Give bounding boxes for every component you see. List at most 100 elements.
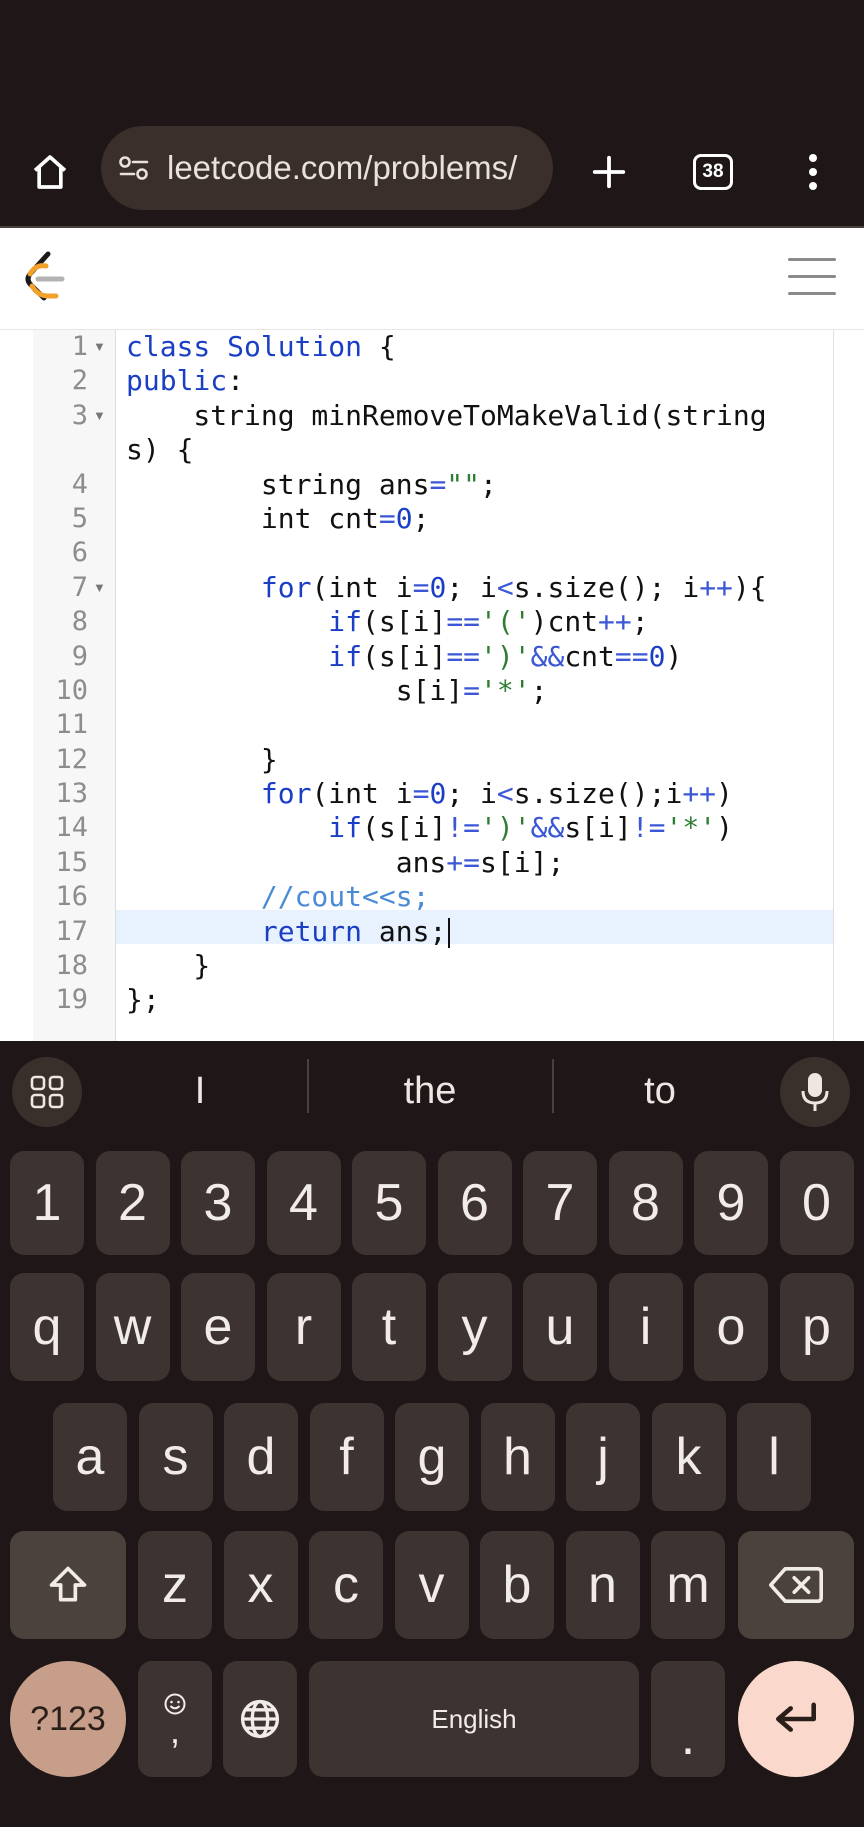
key-5[interactable]: 5: [352, 1151, 426, 1255]
key-v[interactable]: v: [394, 1531, 469, 1639]
code-line: 2 public:: [0, 364, 864, 398]
line-number: 1: [71, 331, 88, 362]
site-settings-icon[interactable]: [117, 153, 157, 183]
suggestion-word[interactable]: I: [110, 1061, 290, 1121]
code-text: };: [126, 983, 160, 1017]
key-d[interactable]: d: [224, 1403, 298, 1511]
code-text: s[i]='*';: [126, 673, 548, 707]
url-text: leetcode.com/problems/: [167, 149, 518, 186]
suggestion-word[interactable]: the: [330, 1061, 530, 1121]
browser-menu-button[interactable]: [780, 118, 846, 226]
key-i[interactable]: i: [608, 1273, 683, 1381]
code-text: string minRemoveToMakeValid(string: [126, 398, 767, 432]
key-3[interactable]: 3: [181, 1151, 255, 1255]
key-c[interactable]: c: [309, 1531, 383, 1639]
key-u[interactable]: u: [523, 1273, 597, 1381]
code-line: 12 }: [0, 743, 864, 777]
language-key[interactable]: [223, 1661, 297, 1777]
key-k[interactable]: k: [651, 1403, 726, 1511]
code-line: 10 s[i]='*';: [0, 674, 864, 708]
key-0[interactable]: 0: [779, 1151, 854, 1255]
key-e[interactable]: e: [181, 1273, 255, 1381]
key-g[interactable]: g: [395, 1403, 469, 1511]
code-line: 1 ▼ class Solution {: [0, 330, 864, 364]
enter-arrow-icon: [776, 1702, 816, 1732]
key-s[interactable]: s: [138, 1403, 213, 1511]
key-o[interactable]: o: [694, 1273, 768, 1381]
fold-arrow-icon[interactable]: ▼: [93, 399, 106, 433]
code-line: 8 if(s[i]=='(')cnt++;: [0, 605, 864, 639]
code-line: 16 //cout<<s;: [0, 880, 864, 914]
key-p[interactable]: p: [779, 1273, 854, 1381]
fold-arrow-icon[interactable]: ▼: [93, 330, 106, 364]
line-number: 13: [55, 778, 88, 810]
code-line: 5 int cnt=0;: [0, 502, 864, 536]
code-text: s) {: [126, 433, 194, 467]
key-x[interactable]: x: [223, 1531, 298, 1639]
code-line: 11: [0, 708, 864, 742]
menu-hamburger-icon[interactable]: [788, 258, 836, 298]
voice-input-button[interactable]: [780, 1057, 850, 1127]
key-q[interactable]: q: [10, 1273, 84, 1381]
key-m[interactable]: m: [651, 1531, 725, 1639]
symbols-key[interactable]: ?123: [10, 1661, 126, 1777]
line-number: 17: [55, 915, 88, 947]
code-text: ans+=s[i];: [126, 845, 565, 879]
key-8[interactable]: 8: [608, 1151, 683, 1255]
line-number: 12: [55, 743, 88, 775]
tab-switcher-button[interactable]: 38: [677, 118, 749, 226]
code-editor[interactable]: 1 ▼ class Solution { 2 public: 3 ▼ strin…: [0, 330, 864, 1041]
line-number: 11: [55, 709, 88, 741]
suggestion-strip: I the to: [0, 1041, 864, 1133]
key-z[interactable]: z: [138, 1531, 212, 1639]
key-j[interactable]: j: [566, 1403, 640, 1511]
browser-toolbar: leetcode.com/problems/ 38: [0, 118, 864, 226]
plus-icon: [592, 155, 626, 189]
period-key[interactable]: .: [651, 1661, 725, 1777]
space-key[interactable]: English: [309, 1661, 639, 1777]
enter-key[interactable]: [738, 1661, 854, 1777]
key-b[interactable]: b: [480, 1531, 554, 1639]
key-4[interactable]: 4: [266, 1151, 341, 1255]
backspace-key[interactable]: [738, 1531, 854, 1639]
code-text: //cout<<s;: [260, 880, 430, 914]
line-number: 5: [71, 502, 88, 534]
apps-grid-icon: [30, 1075, 64, 1109]
code-line: 15 ans+=s[i];: [0, 846, 864, 880]
line-number: 14: [55, 812, 88, 844]
key-a[interactable]: a: [53, 1403, 127, 1511]
key-w[interactable]: w: [95, 1273, 170, 1381]
address-bar[interactable]: leetcode.com/problems/: [101, 126, 553, 210]
text-cursor: [448, 917, 451, 948]
code-text: class Solution {: [126, 330, 396, 363]
key-1[interactable]: 1: [10, 1151, 84, 1255]
key-h[interactable]: h: [480, 1403, 555, 1511]
on-screen-keyboard: I the to 1234567890 qwertyuiop asdfghjkl…: [0, 1041, 864, 1827]
shift-key[interactable]: [10, 1531, 126, 1639]
suggestion-divider: [552, 1059, 554, 1113]
key-r[interactable]: r: [266, 1273, 341, 1381]
key-t[interactable]: t: [352, 1273, 426, 1381]
more-vert-icon: [809, 154, 817, 190]
new-tab-button[interactable]: [574, 118, 644, 226]
shift-icon: [49, 1566, 87, 1602]
keyboard-apps-button[interactable]: [12, 1057, 82, 1127]
code-text: if(s[i]==')'&&cnt==0): [328, 639, 683, 673]
key-6[interactable]: 6: [437, 1151, 512, 1255]
key-l[interactable]: l: [737, 1403, 811, 1511]
key-y[interactable]: y: [437, 1273, 512, 1381]
leetcode-logo-icon[interactable]: [22, 250, 70, 306]
line-number: 2: [71, 365, 88, 397]
key-2[interactable]: 2: [95, 1151, 170, 1255]
key-f[interactable]: f: [309, 1403, 384, 1511]
suggestion-word[interactable]: to: [570, 1061, 750, 1121]
line-number: 6: [71, 537, 88, 569]
key-7[interactable]: 7: [523, 1151, 597, 1255]
line-number: 7: [71, 571, 88, 603]
line-number: 19: [55, 984, 88, 1016]
key-n[interactable]: n: [565, 1531, 640, 1639]
comma-emoji-key[interactable]: ,: [138, 1661, 212, 1777]
fold-arrow-icon[interactable]: ▼: [93, 571, 106, 605]
key-9[interactable]: 9: [694, 1151, 768, 1255]
home-button[interactable]: [14, 118, 86, 226]
